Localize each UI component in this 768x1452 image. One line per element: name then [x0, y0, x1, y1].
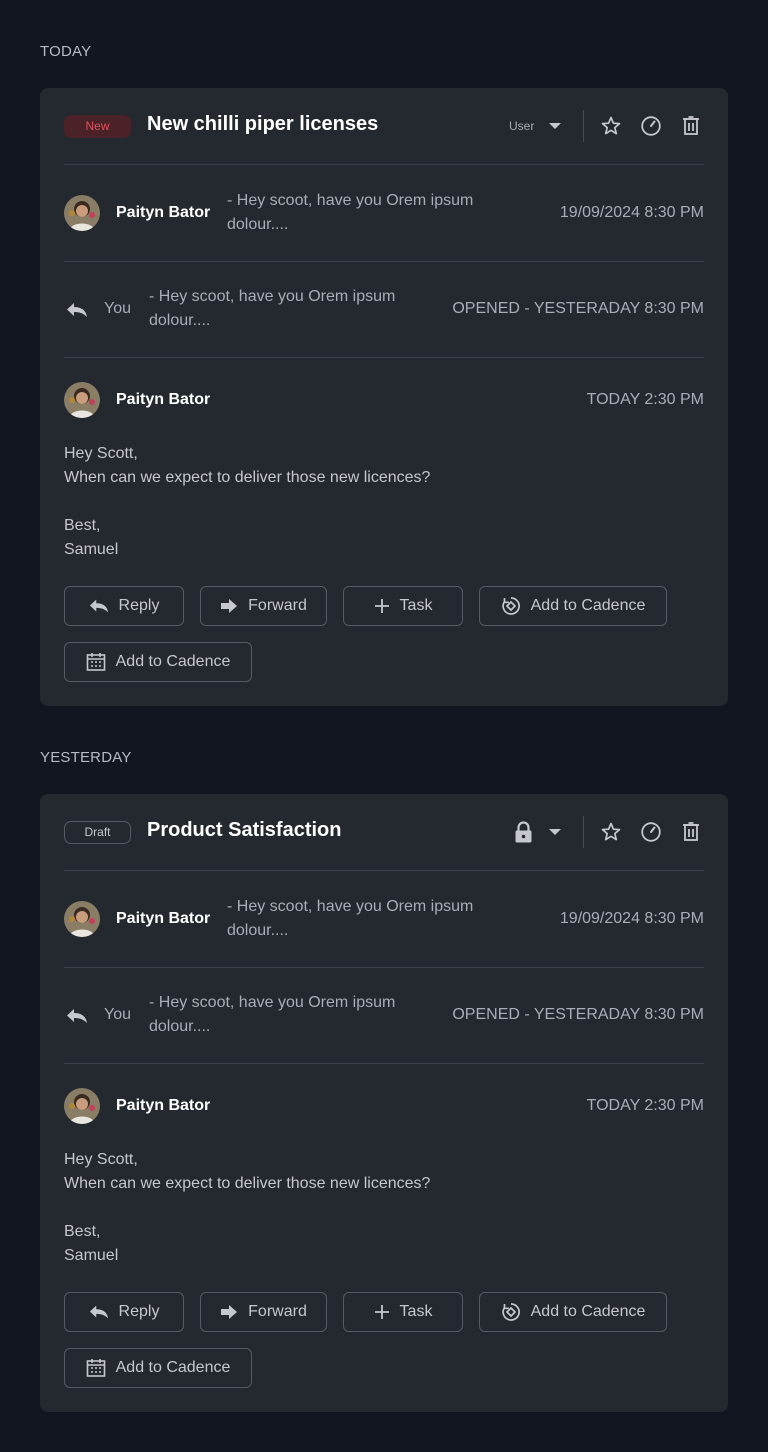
reply-sender: You	[104, 1006, 131, 1023]
message-row[interactable]: Paityn Bator - Hey scoot, have you Orem …	[64, 872, 704, 968]
speedometer-icon[interactable]	[640, 821, 662, 843]
avatar	[64, 1088, 100, 1124]
cadence-icon	[501, 597, 520, 615]
plus-icon	[374, 599, 389, 613]
reply-preview: - Hey scoot, have you Orem ipsum dolour.…	[149, 994, 396, 1035]
user-selector-label[interactable]: User	[509, 119, 534, 133]
message-timestamp: 19/09/2024 8:30 PM	[559, 204, 704, 221]
thread-title: Product Satisfaction	[147, 819, 342, 841]
section-label-today: TODAY	[40, 43, 92, 60]
reply-button[interactable]: Reply	[64, 1292, 184, 1332]
message-preview: - Hey scoot, have you Orem ipsum dolour.…	[227, 192, 474, 233]
message-timestamp: TODAY 2:30 PM	[586, 1097, 704, 1114]
status-badge: Draft	[64, 821, 131, 844]
cadence-icon	[501, 1303, 520, 1321]
reply-status: OPENED - YESTERADAY 8:30 PM	[452, 1006, 704, 1023]
header-divider	[583, 110, 584, 142]
reply-row[interactable]: You - Hey scoot, have you Orem ipsum dol…	[64, 968, 704, 1064]
message-body: Hey Scott, When can we expect to deliver…	[64, 1151, 431, 1264]
forward-button[interactable]: Forward	[200, 586, 327, 626]
speedometer-icon[interactable]	[640, 115, 662, 137]
add-to-cadence-button[interactable]: Add to Cadence	[479, 1292, 667, 1332]
calendar-icon	[86, 653, 105, 671]
trash-icon[interactable]	[680, 821, 702, 843]
add-to-cadence-calendar-button[interactable]: Add to Cadence	[64, 1348, 252, 1388]
email-thread-card: New New chilli piper licenses User Paity…	[40, 88, 728, 706]
reply-icon	[67, 1009, 87, 1023]
message-preview: - Hey scoot, have you Orem ipsum dolour.…	[227, 898, 474, 939]
reply-preview: - Hey scoot, have you Orem ipsum dolour.…	[149, 288, 396, 329]
reply-status: OPENED - YESTERADAY 8:30 PM	[452, 300, 704, 317]
task-button[interactable]: Task	[343, 1292, 463, 1332]
forward-icon	[221, 1305, 238, 1319]
email-thread-card: Draft Product Satisfaction Paityn Bator …	[40, 794, 728, 1412]
status-badge: New	[64, 115, 131, 138]
sender-name: Paityn Bator	[116, 910, 211, 927]
reply-row[interactable]: You - Hey scoot, have you Orem ipsum dol…	[64, 262, 704, 358]
reply-icon	[89, 599, 108, 613]
add-to-cadence-calendar-button[interactable]: Add to Cadence	[64, 642, 252, 682]
sender-name: Paityn Bator	[116, 391, 211, 408]
message-body: Hey Scott, When can we expect to deliver…	[64, 445, 431, 558]
forward-icon	[221, 599, 238, 613]
trash-icon[interactable]	[680, 115, 702, 137]
caret-down-icon[interactable]	[548, 827, 562, 837]
message-timestamp: TODAY 2:30 PM	[586, 391, 704, 408]
reply-icon	[67, 303, 87, 317]
message-timestamp: 19/09/2024 8:30 PM	[559, 910, 704, 927]
reply-sender: You	[104, 300, 131, 317]
thread-header: New New chilli piper licenses User	[64, 88, 704, 165]
lock-icon[interactable]	[514, 821, 533, 843]
star-icon[interactable]	[600, 115, 622, 137]
forward-button[interactable]: Forward	[200, 1292, 327, 1332]
caret-down-icon[interactable]	[548, 121, 562, 131]
sender-name: Paityn Bator	[116, 204, 211, 221]
avatar	[64, 901, 100, 937]
add-to-cadence-button[interactable]: Add to Cadence	[479, 586, 667, 626]
task-button[interactable]: Task	[343, 586, 463, 626]
calendar-icon	[86, 1359, 105, 1377]
header-divider	[583, 816, 584, 848]
reply-button[interactable]: Reply	[64, 586, 184, 626]
message-row[interactable]: Paityn Bator - Hey scoot, have you Orem …	[64, 166, 704, 262]
thread-title: New chilli piper licenses	[147, 113, 379, 135]
section-label-yesterday: YESTERDAY	[40, 749, 132, 766]
sender-name: Paityn Bator	[116, 1097, 211, 1114]
star-icon[interactable]	[600, 821, 622, 843]
plus-icon	[374, 1305, 389, 1319]
avatar	[64, 382, 100, 418]
reply-icon	[89, 1305, 108, 1319]
avatar	[64, 195, 100, 231]
thread-header: Draft Product Satisfaction	[64, 794, 704, 871]
